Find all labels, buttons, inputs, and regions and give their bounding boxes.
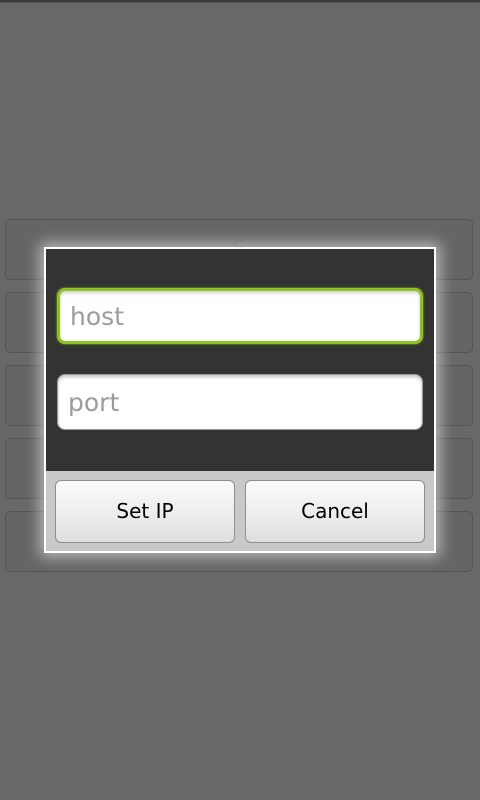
dialog-button-bar: Set IP Cancel (46, 471, 434, 551)
port-input[interactable] (57, 374, 423, 430)
set-ip-dialog: Set IP Cancel (44, 247, 436, 553)
host-input[interactable] (57, 288, 423, 344)
set-ip-button[interactable]: Set IP (55, 480, 235, 543)
cancel-button[interactable]: Cancel (245, 480, 425, 543)
dialog-content (46, 249, 434, 471)
